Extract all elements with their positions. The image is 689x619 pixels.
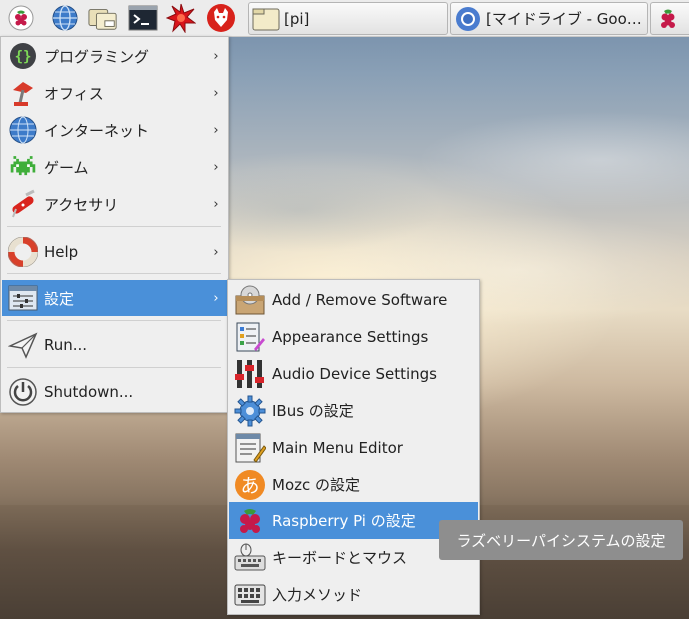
task-chromium[interactable]: [マイドライブ - Goo… [450,2,648,35]
swiss-knife-icon [7,188,39,220]
submenu-item-input-method[interactable]: 入力メソッド [229,576,478,613]
menu-editor-icon [233,431,267,465]
submenu-item-audio-device-settings[interactable]: Audio Device Settings [229,355,478,392]
preferences-icon [7,282,39,314]
menu-item-help[interactable]: Help › [2,234,227,270]
menu-item-internet[interactable]: インターネット › [2,112,227,148]
chromium-icon [454,5,482,33]
file-manager-button[interactable] [88,3,118,33]
submenu-item-ibus-settings[interactable]: IBus の設定 [229,392,478,429]
software-package-icon [233,283,267,317]
preferences-submenu: Add / Remove Software Appearance Setting… [227,279,480,615]
globe-icon [52,5,78,31]
menu-separator [7,320,221,321]
menu-item-run[interactable]: Run... [2,327,227,363]
terminal-icon [128,5,158,31]
gear-icon [233,394,267,428]
submenu-item-main-menu-editor[interactable]: Main Menu Editor [229,429,478,466]
submenu-item-appearance-settings[interactable]: Appearance Settings [229,318,478,355]
task-label: [マイドライブ - Goo… [486,10,642,28]
lifebuoy-icon [7,236,39,268]
chevron-right-icon: › [213,196,219,212]
taskbar: [pi] [マイドライブ - Goo… [0,0,689,37]
main-menu: {} プログラミング › オフィス › インターネット › ゲーム › アクセサ… [0,36,229,413]
chevron-right-icon: › [213,48,219,64]
raspberry-icon [233,504,267,538]
svg-text:あ: あ [240,475,259,497]
menu-separator [7,367,221,368]
menu-separator [7,273,221,274]
paper-plane-icon [7,329,39,361]
menu-item-shutdown[interactable]: Shutdown... [2,374,227,410]
tooltip: ラズベリーパイシステムの設定 [439,520,683,560]
chevron-right-icon: › [213,290,219,306]
space-invader-icon [7,151,39,183]
task-file-manager[interactable]: [pi] [248,2,448,35]
raspberry-menu-button[interactable] [6,3,36,33]
raspberry-menu-icon [8,5,34,31]
menu-item-preferences[interactable]: 設定 › [2,280,227,316]
mozc-icon: あ [233,468,267,502]
chevron-right-icon: › [213,244,219,260]
folders-icon [88,9,117,30]
wolfram-button[interactable] [206,3,236,33]
internet-icon [7,114,39,146]
appearance-icon [233,320,267,354]
menu-item-office[interactable]: オフィス › [2,75,227,111]
submenu-item-mozc-settings[interactable]: あ Mozc の設定 [229,466,478,503]
raspberry-icon [654,5,682,33]
mathematica-button[interactable] [166,3,196,33]
programming-icon: {} [7,40,39,72]
mathematica-icon [166,3,196,33]
keyboard-mouse-icon [233,541,267,575]
audio-mixer-icon [233,357,267,391]
chevron-right-icon: › [213,159,219,175]
folder-icon [252,5,280,33]
keyboard-icon [233,578,267,612]
menu-separator [7,226,221,227]
chevron-right-icon: › [213,85,219,101]
terminal-button[interactable] [128,3,158,33]
office-icon [7,77,39,109]
task-label: [pi] [284,9,310,28]
submenu-item-add-remove-software[interactable]: Add / Remove Software [229,281,478,318]
web-browser-button[interactable] [50,3,80,33]
svg-text:{}: {} [15,49,32,65]
menu-item-accessories[interactable]: アクセサリ › [2,186,227,222]
menu-item-games[interactable]: ゲーム › [2,149,227,185]
wolfram-icon [207,4,235,32]
task-raspberry[interactable] [650,2,689,35]
power-icon [7,376,39,408]
chevron-right-icon: › [213,122,219,138]
menu-item-programming[interactable]: {} プログラミング › [2,38,227,74]
